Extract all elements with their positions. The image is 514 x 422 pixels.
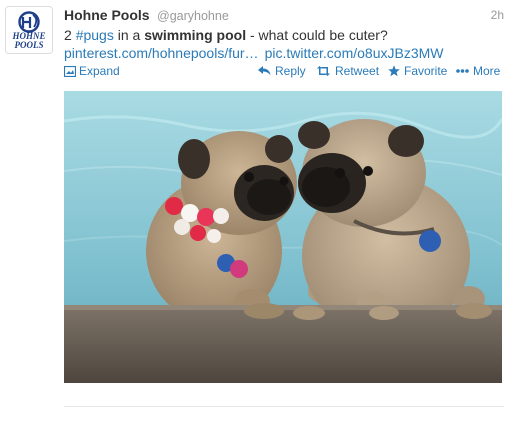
- tweet-text-suffix: - what could be cuter?: [246, 27, 388, 43]
- tweet-photo[interactable]: [64, 91, 502, 383]
- retweet-icon: [317, 66, 330, 76]
- hohne-pools-logo-icon: HOHNE POOLS: [6, 7, 52, 53]
- favorite-button[interactable]: Favorite: [388, 64, 447, 78]
- tweet-divider: [64, 406, 504, 407]
- reply-button[interactable]: Reply: [258, 64, 306, 78]
- avatar[interactable]: HOHNE POOLS: [5, 6, 53, 54]
- account-fullname[interactable]: Hohne Pools: [64, 7, 150, 23]
- ellipsis-icon: [456, 69, 469, 73]
- retweet-button[interactable]: Retweet: [316, 64, 379, 78]
- hashtag-link[interactable]: #pugs: [76, 27, 114, 43]
- expand-label: Expand: [79, 64, 120, 78]
- more-button[interactable]: More: [456, 64, 500, 78]
- pugs-in-pool-photo-icon: [64, 91, 502, 383]
- star-icon: [388, 65, 400, 77]
- tweet-header: Hohne Pools @garyhohne 2h: [64, 7, 504, 25]
- tweet-text: 2 #pugs in a swimming pool - what could …: [64, 26, 504, 45]
- tweet-links: pinterest.com/hohnepools/fur… pic.twitter…: [64, 44, 444, 63]
- tweet-text-bold: swimming pool: [144, 27, 247, 43]
- retweet-label: Retweet: [335, 64, 380, 78]
- avatar-text-line2: POOLS: [15, 40, 44, 50]
- pinterest-link[interactable]: pinterest.com/hohnepools/fur…: [64, 45, 259, 61]
- tweet-text-mid: in a: [113, 27, 145, 43]
- tweet-actions: Expand Reply Retweet Favorite More: [64, 64, 504, 80]
- reply-arrow-icon: [258, 66, 271, 76]
- tweet: HOHNE POOLS Hohne Pools @garyhohne 2h 2 …: [0, 0, 514, 422]
- more-label: More: [473, 64, 501, 78]
- expand-button[interactable]: Expand: [64, 64, 120, 78]
- tweet-timestamp[interactable]: 2h: [491, 8, 504, 22]
- tweet-text-prefix: 2: [64, 27, 76, 43]
- account-username[interactable]: @garyhohne: [157, 9, 229, 23]
- favorite-label: Favorite: [404, 64, 448, 78]
- photo-icon: [64, 65, 76, 77]
- pic-link[interactable]: pic.twitter.com/o8uxJBz3MW: [265, 45, 444, 61]
- reply-label: Reply: [275, 64, 306, 78]
